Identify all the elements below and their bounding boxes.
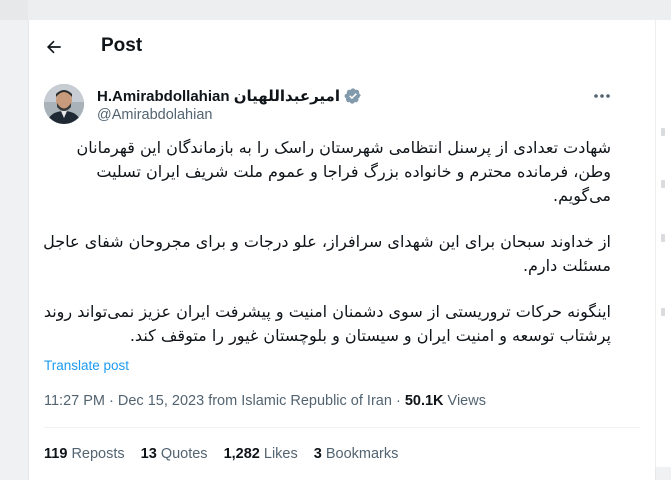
likes-stat[interactable]: 1,282 Likes: [224, 446, 298, 462]
page-title: Post: [101, 35, 143, 56]
post-detail-panel: Post H.Amirabdollahian امیرعبداللهیان @A…: [28, 20, 656, 480]
arrow-left-icon: [46, 40, 61, 54]
avatar[interactable]: [44, 84, 84, 124]
post-header: Post: [29, 20, 655, 72]
post-metadata: 11:27 PM · Dec 15, 2023 from Islamic Rep…: [44, 393, 486, 409]
left-gutter: [0, 0, 28, 20]
more-options-button[interactable]: [587, 84, 617, 108]
divider: [44, 427, 640, 428]
avatar-image: [44, 84, 84, 124]
post-location: Islamic Republic of Iran: [241, 393, 392, 409]
sidebar-fragment: [661, 180, 665, 188]
engagement-stats: 119 Reposts 13 Quotes 1,282 Likes 3 Book…: [44, 446, 398, 462]
author-display-name[interactable]: H.Amirabdollahian امیرعبداللهیان: [97, 87, 340, 105]
author-handle[interactable]: @Amirabdolahian: [97, 107, 212, 123]
right-sidebar-edge: [655, 20, 671, 467]
bookmarks-stat[interactable]: 3 Bookmarks: [314, 446, 399, 462]
author-name-row[interactable]: H.Amirabdollahian امیرعبداللهیان: [97, 87, 362, 105]
post-paragraph: اینگونه حرکات تروریستی از سوی دشمنان امن…: [43, 302, 611, 345]
post-time[interactable]: 11:27 PM: [44, 393, 105, 409]
sidebar-fragment: [661, 308, 665, 316]
sidebar-fragment: [661, 128, 665, 136]
translate-post-link[interactable]: Translate post: [44, 358, 129, 373]
reposts-stat[interactable]: 119 Reposts: [44, 446, 125, 462]
verified-badge-icon: [344, 88, 361, 104]
views-label: Views: [447, 393, 486, 409]
location-prefix: from: [208, 393, 238, 409]
browser-top-strip: [0, 0, 671, 20]
post-paragraph: شهادت تعدادی از پرسنل انتظامی شهرستان را…: [76, 138, 611, 205]
post-date[interactable]: Dec 15, 2023: [118, 393, 204, 409]
views-count: 50.1K: [404, 393, 444, 409]
post-text: شهادت تعدادی از پرسنل انتظامی شهرستان را…: [43, 136, 611, 370]
back-button[interactable]: [37, 30, 71, 64]
post-paragraph: از خداوند سبحان برای این شهدای سرافراز، …: [43, 232, 611, 275]
quotes-stat[interactable]: 13 Quotes: [141, 446, 208, 462]
more-dots-icon: [594, 94, 610, 98]
sidebar-fragment: [661, 234, 665, 242]
